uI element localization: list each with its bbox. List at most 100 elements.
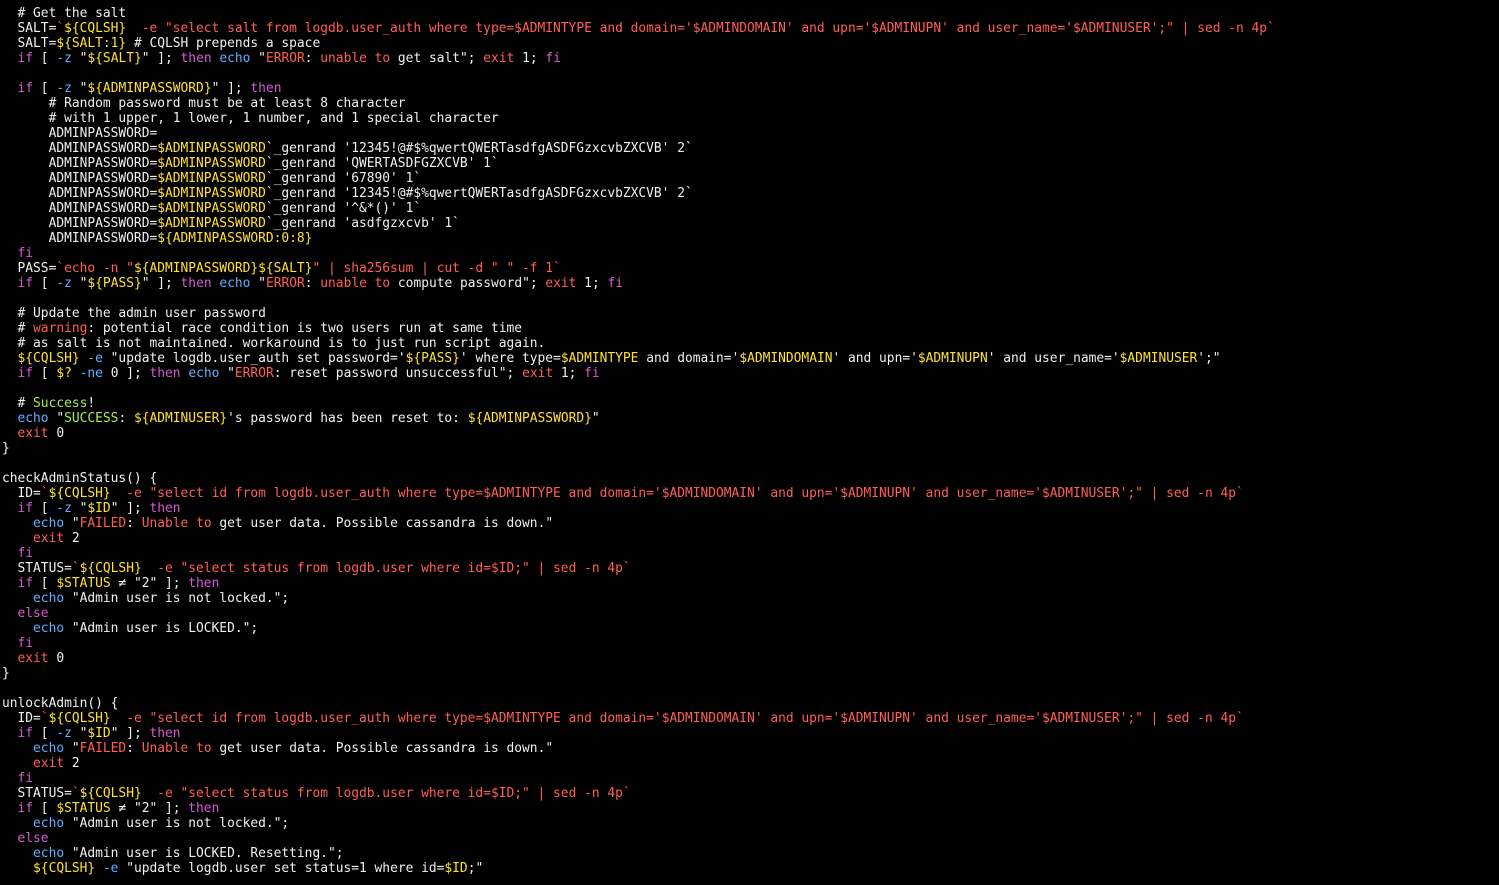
code-line: if [ $STATUS ≠ "2" ]; then (2, 801, 1499, 816)
code-line: if [ -z "${SALT}" ]; then echo "ERROR: u… (2, 51, 1499, 66)
code-token: ADMINPASSWORD= (2, 201, 158, 216)
code-token: ADMINPASSWORD= (2, 126, 158, 141)
code-token: " | sha256sum | cut -d " " -f 1` (312, 261, 561, 276)
code-token: 0 (48, 426, 65, 441)
code-token: : (304, 276, 321, 291)
code-token: ${CQLSH} (2, 351, 80, 366)
code-token: PASS= (2, 261, 57, 276)
code-token: : (118, 411, 134, 426)
code-token: $ADMINPASSWORD (157, 201, 266, 216)
code-token: get user data. Possible cassandra is dow… (211, 516, 554, 531)
code-token: # CQLSH prepends a space (126, 36, 321, 51)
code-token: "Admin user is not locked."; (64, 591, 290, 606)
code-token: $ADMINDOMAIN (739, 351, 833, 366)
code-token: ${CQLSH} (48, 486, 111, 501)
code-token: ';" (1197, 351, 1221, 366)
code-line: else (2, 831, 1499, 846)
code-token: : reset password unsuccessful"; (273, 366, 523, 381)
code-token: ${CQLSH} (79, 561, 142, 576)
code-token: to (374, 51, 391, 66)
code-token: then (149, 501, 181, 516)
code-token: 1; (553, 366, 585, 381)
code-token: -e (102, 861, 119, 876)
code-token: if (2, 51, 34, 66)
code-token: " ]; (110, 726, 150, 741)
terminal-window[interactable]: # Get the salt SALT=`${CQLSH} -e "select… (0, 0, 1499, 885)
code-token: ${ADMINPASSWORD} (467, 411, 592, 426)
code-line: exit 0 (2, 651, 1499, 666)
code-token: Unable (141, 741, 189, 756)
code-token: [ (33, 726, 57, 741)
code-token: [ (33, 81, 57, 96)
code-token: " ]; (110, 501, 150, 516)
code-token: 2 (64, 531, 80, 546)
code-token: `_genrand '12345!@#$%qwertQWERTasdfgASDF… (265, 141, 693, 156)
code-token: get salt"; (390, 51, 484, 66)
code-token: [ (33, 801, 57, 816)
code-token: if (2, 576, 34, 591)
code-token: $? (56, 366, 72, 381)
code-token: ${SALT:1} (56, 36, 127, 51)
code-token: ERROR (265, 51, 305, 66)
code-token: exit (545, 276, 577, 291)
code-token: fi (2, 546, 34, 561)
code-token: exit (522, 366, 554, 381)
code-line: SALT=`${CQLSH} -e "select salt from logd… (2, 21, 1499, 36)
code-token: -e "select status from logdb.user where … (141, 786, 631, 801)
code-token: echo (219, 276, 251, 291)
code-token: [ (33, 576, 57, 591)
code-token: exit (2, 756, 65, 771)
code-token: ADMINPASSWORD= (2, 231, 158, 246)
code-line: ADMINPASSWORD=$ADMINPASSWORD`_genrand '^… (2, 201, 1499, 216)
code-token: ${SALT} (87, 51, 142, 66)
code-token: -ne (79, 366, 103, 381)
code-line: ADMINPASSWORD=$ADMINPASSWORD`_genrand '1… (2, 141, 1499, 156)
code-line: if [ -z "${ADMINPASSWORD}" ]; then (2, 81, 1499, 96)
code-line: ADMINPASSWORD=$ADMINPASSWORD`_genrand '6… (2, 171, 1499, 186)
code-line: else (2, 606, 1499, 621)
code-token: ' and user_name=' (987, 351, 1120, 366)
code-token: "update logdb.user set status=1 where id… (118, 861, 445, 876)
code-line: ${CQLSH} -e "update logdb.user set statu… (2, 861, 1499, 876)
code-token: echo (2, 411, 49, 426)
code-token: ID= (2, 711, 41, 726)
code-token: # with 1 upper, 1 lower, 1 number, and 1… (2, 111, 499, 126)
code-token: $ADMINPASSWORD (157, 186, 266, 201)
code-token: # (2, 396, 34, 411)
code-line: if [ $STATUS ≠ "2" ]; then (2, 576, 1499, 591)
code-token: ' and upn=' (832, 351, 918, 366)
code-line: } (2, 441, 1499, 456)
code-token: " ]; (211, 81, 251, 96)
code-line: # with 1 upper, 1 lower, 1 number, and 1… (2, 111, 1499, 126)
code-token: ;" (467, 861, 484, 876)
code-token: $STATUS (56, 801, 111, 816)
code-line: STATUS=`${CQLSH} -e "select status from … (2, 561, 1499, 576)
code-line: exit 2 (2, 756, 1499, 771)
code-token: -e "select id from logdb.user_auth where… (110, 711, 1244, 726)
code-token: " (250, 276, 266, 291)
code-token: echo (2, 591, 65, 606)
code-token: ` (40, 711, 49, 726)
code-token: ≠ "2" ]; (110, 801, 189, 816)
code-token: fi (607, 276, 623, 291)
code-token: checkAdminStatus() { (2, 471, 158, 486)
code-token: : (304, 51, 321, 66)
code-token: fi (2, 771, 34, 786)
code-token: -z (56, 276, 72, 291)
code-token: : potential race condition is two users … (87, 321, 522, 336)
code-line: echo "FAILED: Unable to get user data. P… (2, 516, 1499, 531)
code-token: to (196, 741, 212, 756)
code-token: ' where type= (459, 351, 561, 366)
code-token: 1; (576, 276, 608, 291)
code-token: Unable (141, 516, 189, 531)
code-token: ERROR (234, 366, 274, 381)
code-line: exit 2 (2, 531, 1499, 546)
code-line: # Success! (2, 396, 1499, 411)
code-token: unable (320, 276, 367, 291)
code-line: fi (2, 636, 1499, 651)
code-line: fi (2, 771, 1499, 786)
